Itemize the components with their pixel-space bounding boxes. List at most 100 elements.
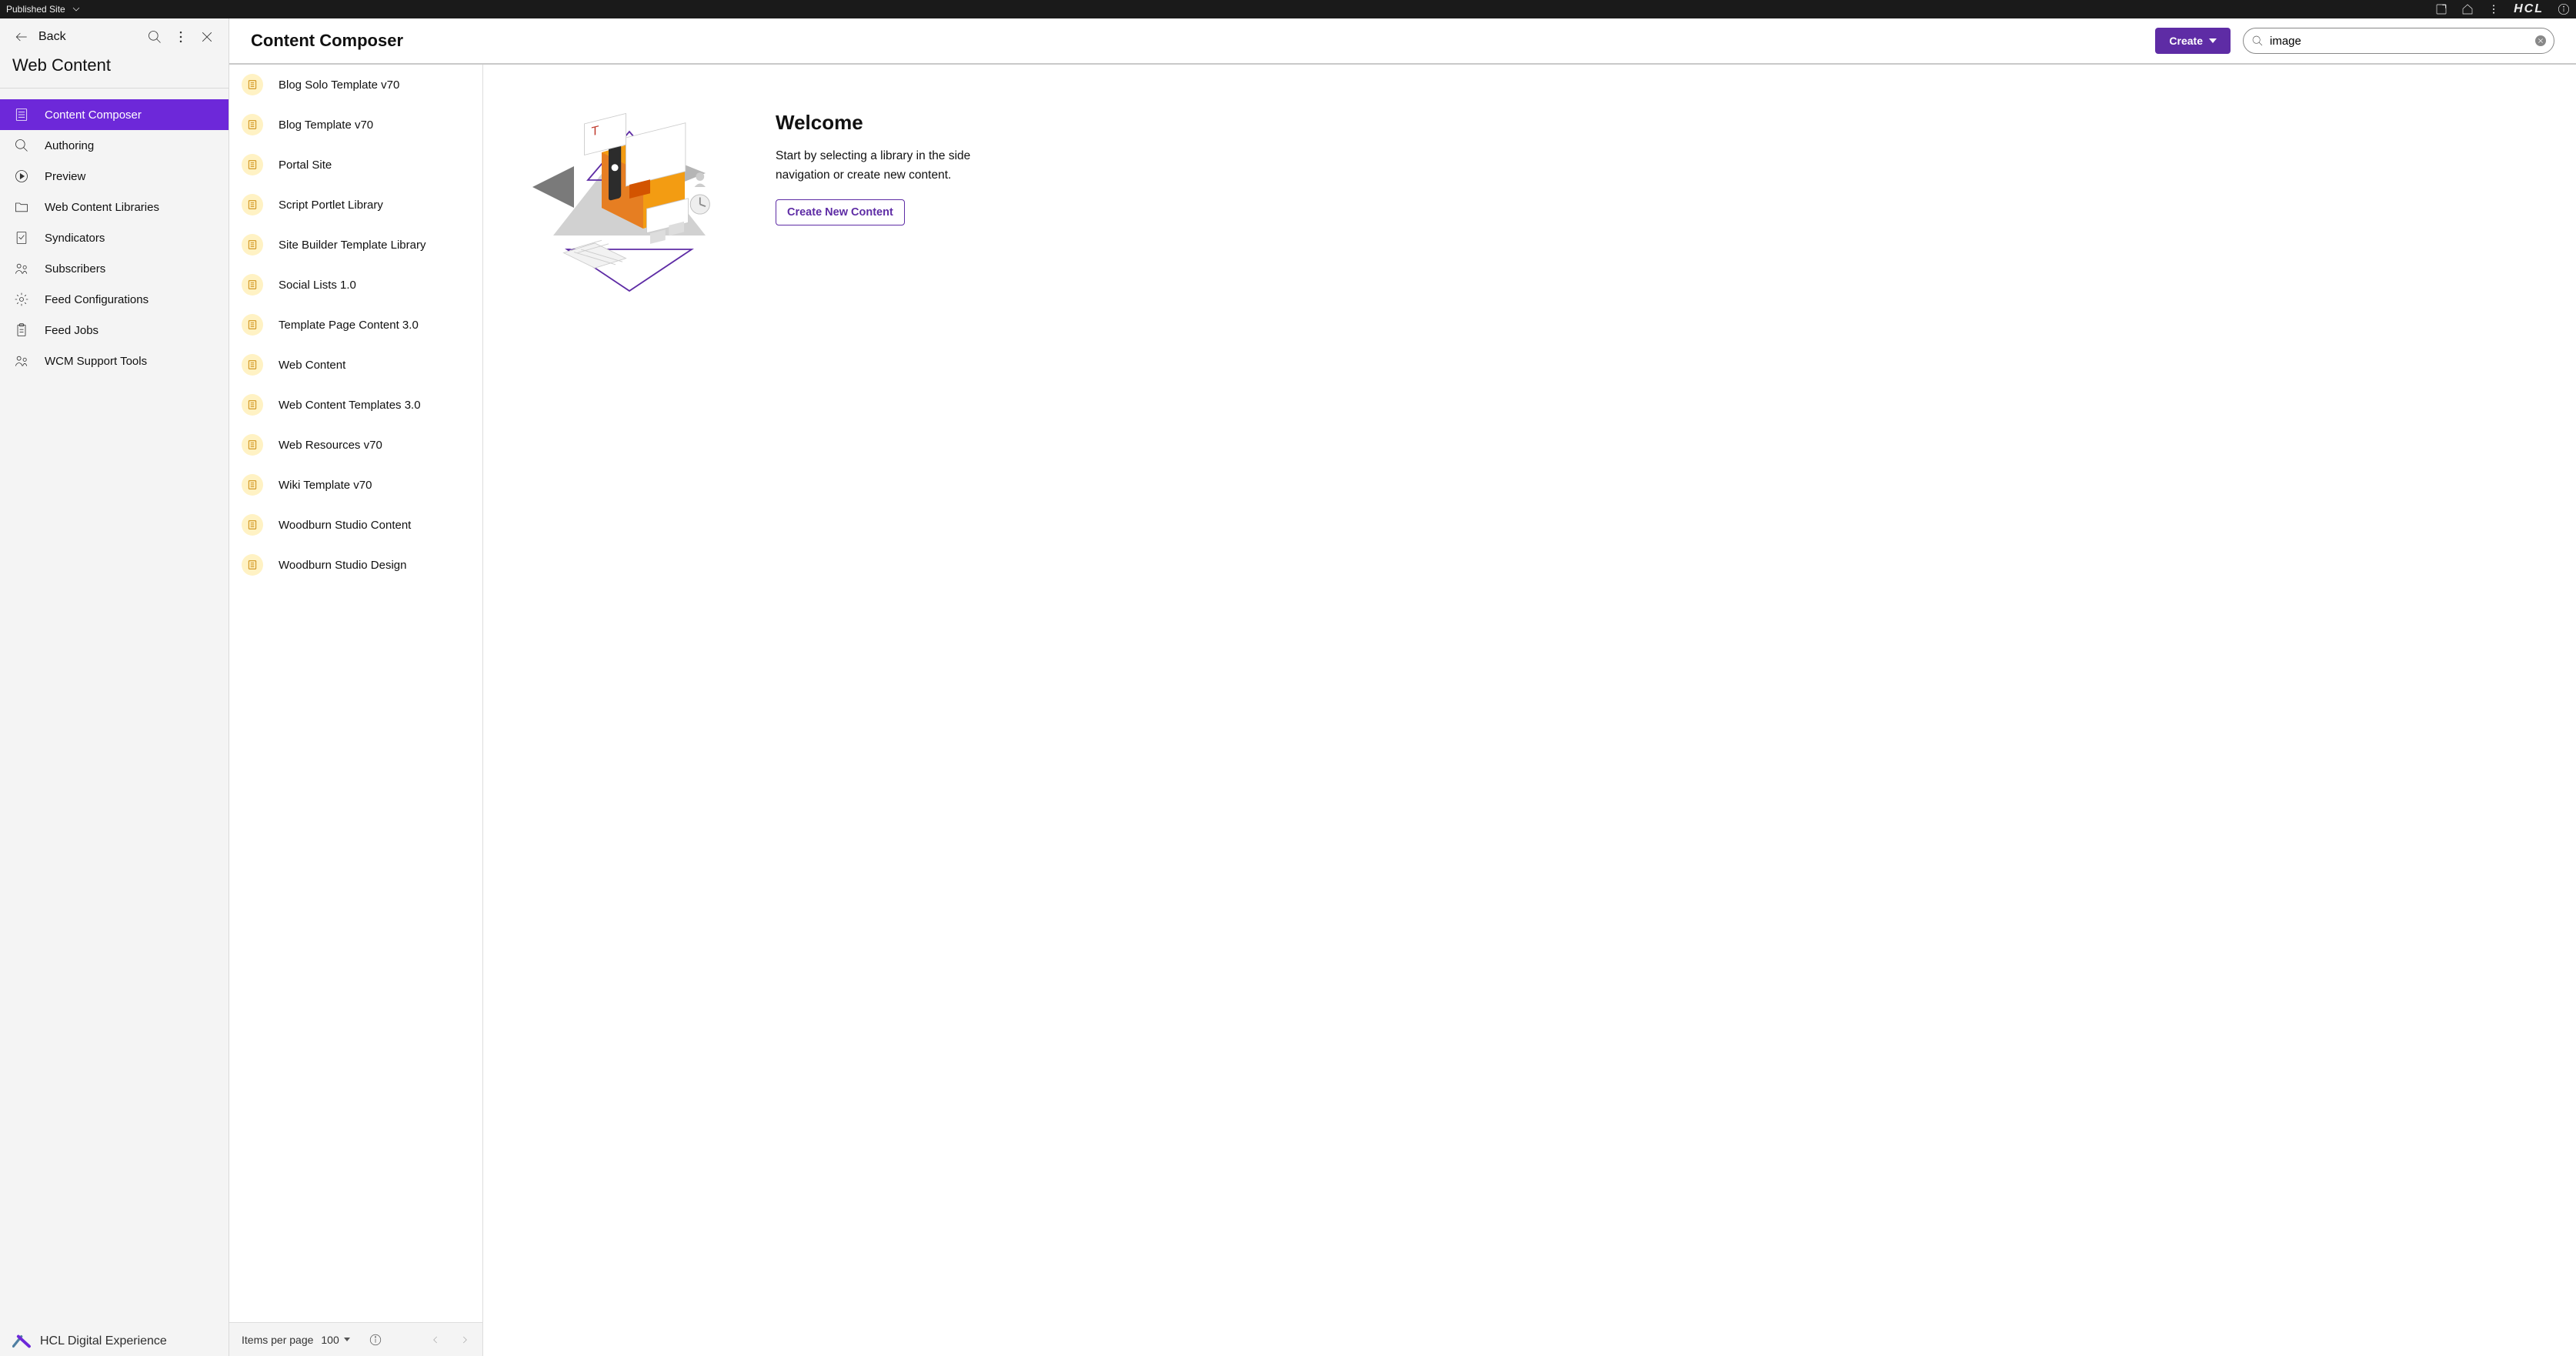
nav-item-feed-jobs[interactable]: Feed Jobs	[0, 315, 229, 346]
info-icon[interactable]	[369, 1333, 382, 1347]
nav-item-authoring[interactable]: Authoring	[0, 130, 229, 161]
library-label: Blog Solo Template v70	[279, 78, 399, 92]
search-icon[interactable]	[147, 29, 162, 45]
library-list-pane: Blog Solo Template v70 Blog Template v70…	[229, 65, 483, 1356]
library-item[interactable]: Site Builder Template Library	[229, 225, 482, 265]
library-icon	[242, 474, 263, 496]
per-page-label: Items per page	[242, 1334, 313, 1346]
back-label: Back	[38, 30, 66, 44]
library-label: Social Lists 1.0	[279, 279, 356, 292]
x-icon	[2538, 38, 2544, 44]
library-item[interactable]: Portal Site	[229, 145, 482, 185]
page-prev-icon[interactable]	[430, 1334, 441, 1345]
nav-item-label: Feed Configurations	[45, 293, 148, 306]
kebab-menu-icon[interactable]	[173, 29, 189, 45]
sidebar-title: Web Content	[0, 52, 229, 89]
search-icon	[14, 138, 29, 153]
library-label: Blog Template v70	[279, 119, 373, 132]
back-button[interactable]: Back	[14, 29, 66, 45]
library-label: Script Portlet Library	[279, 199, 383, 212]
library-item[interactable]: Woodburn Studio Design	[229, 545, 482, 585]
chevron-down-icon	[344, 1338, 350, 1341]
create-button-label: Create	[2169, 35, 2203, 47]
nav-item-label: Syndicators	[45, 232, 105, 245]
library-icon	[242, 314, 263, 336]
library-icon	[242, 514, 263, 536]
library-label: Woodburn Studio Content	[279, 519, 411, 532]
library-icon	[242, 154, 263, 175]
content-composer-icon	[14, 107, 29, 122]
nav-item-label: Subscribers	[45, 262, 105, 276]
search-box[interactable]	[2243, 28, 2554, 54]
library-icon	[242, 394, 263, 416]
checklist-icon	[14, 230, 29, 245]
welcome-heading: Welcome	[776, 111, 976, 135]
sidebar-nav: Content Composer Authoring Preview Web C…	[0, 89, 229, 376]
play-circle-icon	[14, 169, 29, 184]
nav-item-preview[interactable]: Preview	[0, 161, 229, 192]
library-item[interactable]: Blog Template v70	[229, 105, 482, 145]
search-input[interactable]	[2270, 35, 2529, 48]
library-item[interactable]: Blog Solo Template v70	[229, 65, 482, 105]
library-icon	[242, 114, 263, 135]
library-icon	[242, 194, 263, 215]
nav-item-syndicators[interactable]: Syndicators	[0, 222, 229, 253]
site-selector-label: Published Site	[6, 4, 65, 15]
library-label: Woodburn Studio Design	[279, 559, 407, 572]
arrow-left-icon	[14, 29, 29, 45]
welcome-illustration: T	[522, 111, 737, 1341]
nav-item-label: Preview	[45, 170, 85, 183]
library-icon	[242, 354, 263, 376]
library-label: Web Resources v70	[279, 439, 382, 452]
search-icon	[2251, 35, 2264, 47]
nav-item-web-content-libraries[interactable]: Web Content Libraries	[0, 192, 229, 222]
library-item[interactable]: Social Lists 1.0	[229, 265, 482, 305]
nav-item-label: Authoring	[45, 139, 94, 152]
open-new-window-icon[interactable]	[2435, 3, 2448, 15]
library-label: Template Page Content 3.0	[279, 319, 419, 332]
nav-item-feed-configurations[interactable]: Feed Configurations	[0, 284, 229, 315]
hcl-logo: HCL	[2514, 2, 2544, 16]
site-selector[interactable]: Published Site	[6, 3, 82, 15]
clipboard-icon	[14, 322, 29, 338]
library-item[interactable]: Script Portlet Library	[229, 185, 482, 225]
library-icon	[242, 274, 263, 296]
library-item[interactable]: Web Content Templates 3.0	[229, 385, 482, 425]
per-page-selector[interactable]: 100	[321, 1334, 349, 1346]
list-footer: Items per page 100	[229, 1322, 482, 1356]
dx-logo-icon	[12, 1334, 32, 1348]
library-label: Web Content Templates 3.0	[279, 399, 421, 412]
info-icon[interactable]	[2558, 3, 2570, 15]
people-icon	[14, 353, 29, 369]
clear-search-button[interactable]	[2535, 35, 2546, 46]
home-icon[interactable]	[2461, 3, 2474, 15]
gear-icon	[14, 292, 29, 307]
create-new-content-button[interactable]: Create New Content	[776, 199, 905, 225]
main-header: Content Composer Create	[229, 18, 2576, 65]
library-item[interactable]: Web Resources v70	[229, 425, 482, 465]
chevron-down-icon	[2209, 38, 2217, 43]
sidebar: Back Web Content Content Composer Author…	[0, 18, 229, 1356]
library-item[interactable]: Woodburn Studio Content	[229, 505, 482, 545]
library-icon	[242, 554, 263, 576]
sidebar-footer-label: HCL Digital Experience	[40, 1334, 167, 1348]
welcome-body: Start by selecting a library in the side…	[776, 147, 976, 185]
nav-item-subscribers[interactable]: Subscribers	[0, 253, 229, 284]
close-icon[interactable]	[199, 29, 215, 45]
topbar: Published Site HCL	[0, 0, 2576, 18]
main: Content Composer Create Blog Solo Templa…	[229, 18, 2576, 1356]
create-button[interactable]: Create	[2155, 28, 2231, 54]
library-icon	[242, 434, 263, 456]
kebab-menu-icon[interactable]	[2488, 3, 2500, 15]
nav-item-label: Web Content Libraries	[45, 201, 159, 214]
library-item[interactable]: Wiki Template v70	[229, 465, 482, 505]
nav-item-wcm-support-tools[interactable]: WCM Support Tools	[0, 346, 229, 376]
library-item[interactable]: Template Page Content 3.0	[229, 305, 482, 345]
nav-item-label: WCM Support Tools	[45, 355, 147, 368]
library-item[interactable]: Web Content	[229, 345, 482, 385]
chevron-down-icon	[70, 3, 82, 15]
nav-item-content-composer[interactable]: Content Composer	[0, 99, 229, 130]
nav-item-label: Feed Jobs	[45, 324, 98, 337]
per-page-value: 100	[321, 1334, 339, 1346]
page-next-icon[interactable]	[459, 1334, 470, 1345]
